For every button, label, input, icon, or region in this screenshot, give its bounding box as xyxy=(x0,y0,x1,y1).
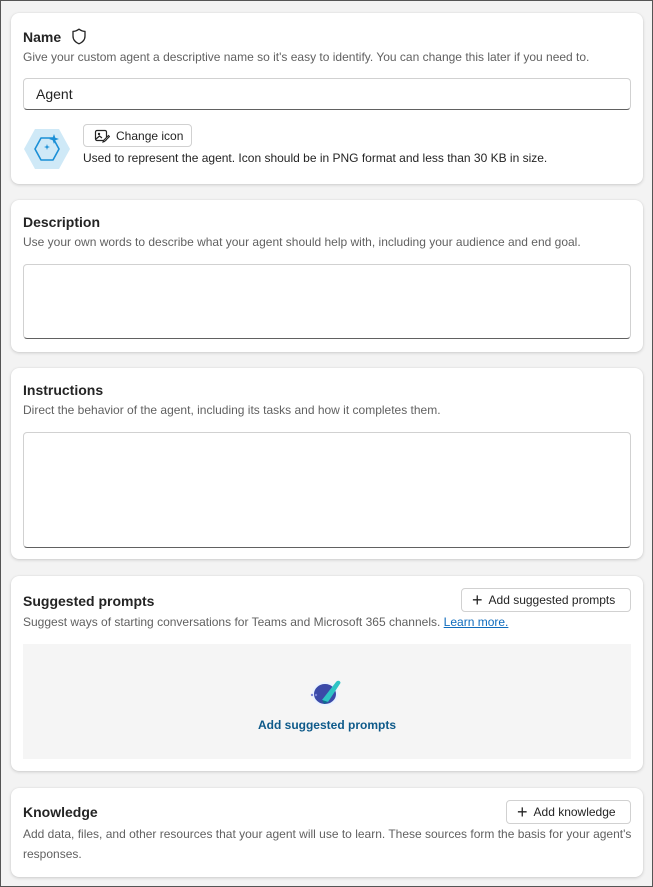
description-card: Description Use your own words to descri… xyxy=(11,200,643,352)
suggested-prompts-card: Suggested prompts + Add suggested prompt… xyxy=(11,576,643,771)
description-hint: Use your own words to describe what your… xyxy=(23,235,581,249)
add-knowledge-label: Add knowledge xyxy=(533,805,616,819)
add-knowledge-button[interactable]: + Add knowledge xyxy=(506,800,631,824)
description-title: Description xyxy=(23,214,101,230)
name-input[interactable]: Agent xyxy=(23,78,631,110)
suggested-prompts-hint: Suggest ways of starting conversations f… xyxy=(23,612,508,632)
instructions-title: Instructions xyxy=(23,382,104,398)
image-edit-icon xyxy=(94,128,110,144)
suggested-prompts-hint-text: Suggest ways of starting conversations f… xyxy=(23,615,441,629)
description-textarea[interactable] xyxy=(23,264,631,339)
suggested-prompts-title: Suggested prompts xyxy=(23,593,155,609)
knowledge-title: Knowledge xyxy=(23,804,98,820)
add-suggested-prompts-button[interactable]: + Add suggested prompts xyxy=(461,588,631,612)
name-card: Name Give your custom agent a descriptiv… xyxy=(11,13,643,184)
instructions-hint: Direct the behavior of the agent, includ… xyxy=(23,403,441,417)
suggested-prompts-empty-state: Add suggested prompts xyxy=(23,644,631,759)
name-description: Give your custom agent a descriptive nam… xyxy=(23,50,590,64)
name-title-text: Name xyxy=(23,28,62,45)
icon-hint: Used to represent the agent. Icon should… xyxy=(83,151,548,165)
name-title: Name xyxy=(23,28,87,45)
agent-icon xyxy=(23,127,71,171)
plus-icon: + xyxy=(517,802,528,822)
add-suggested-prompts-label: Add suggested prompts xyxy=(488,593,616,607)
knowledge-hint: Add data, files, and other resources tha… xyxy=(23,827,632,861)
knowledge-card: Knowledge + Add knowledge Add data, file… xyxy=(11,788,643,877)
instructions-card: Instructions Direct the behavior of the … xyxy=(11,368,643,559)
suggested-prompts-illustration-icon xyxy=(307,674,347,710)
name-input-value: Agent xyxy=(36,86,73,102)
add-suggested-prompts-link[interactable]: Add suggested prompts xyxy=(23,718,631,732)
change-icon-button[interactable]: Change icon xyxy=(83,124,193,147)
instructions-textarea[interactable] xyxy=(23,432,631,548)
plus-icon: + xyxy=(472,590,483,610)
change-icon-label: Change icon xyxy=(116,128,184,143)
learn-more-link[interactable]: Learn more. xyxy=(444,615,509,629)
shield-icon xyxy=(71,28,87,45)
